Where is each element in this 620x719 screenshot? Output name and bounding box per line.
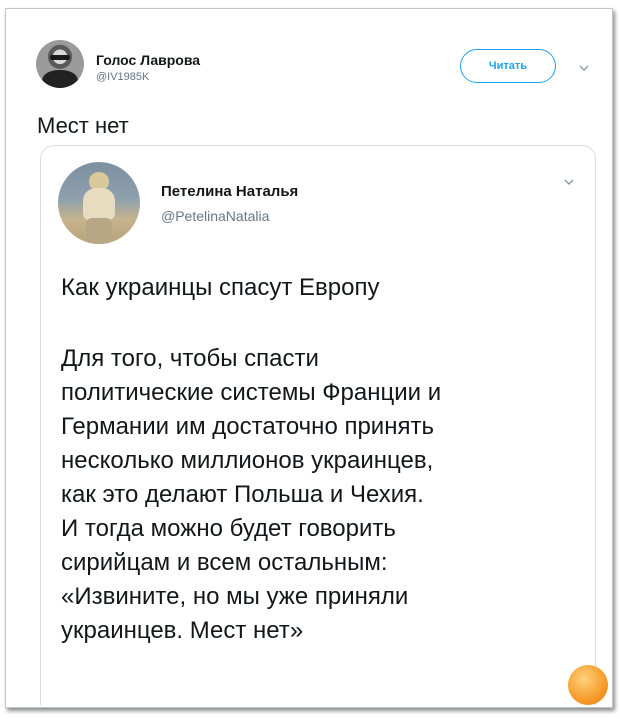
author-handle[interactable]: @IV1985K	[96, 71, 149, 83]
avatar-torso	[83, 188, 115, 220]
chevron-down-icon[interactable]	[564, 179, 574, 189]
tweet-screenshot-frame: Голос Лаврова @IV1985K Читать Мест нет П…	[5, 8, 613, 708]
avatar-glasses	[50, 55, 70, 60]
quoted-tweet-card[interactable]: Петелина Наталья @PetelinaNatalia Как ук…	[40, 145, 596, 705]
avatar-body	[42, 70, 78, 88]
quoted-tweet-body: Для того, чтобы спасти политические сист…	[61, 345, 442, 644]
tweet-text: Мест нет	[37, 113, 129, 138]
quoted-author-handle[interactable]: @PetelinaNatalia	[161, 208, 269, 224]
quoted-tweet-title: Как украинцы спасут Европу	[61, 274, 380, 301]
follow-button[interactable]: Читать	[460, 49, 556, 83]
author-name[interactable]: Голос Лаврова	[96, 52, 200, 68]
author-avatar[interactable]	[36, 40, 84, 88]
watermark-logo	[568, 665, 608, 705]
quoted-author-name[interactable]: Петелина Наталья	[161, 183, 298, 200]
avatar-legs	[86, 218, 112, 244]
quoted-author-avatar[interactable]	[58, 162, 140, 244]
chevron-down-icon[interactable]	[579, 65, 589, 75]
